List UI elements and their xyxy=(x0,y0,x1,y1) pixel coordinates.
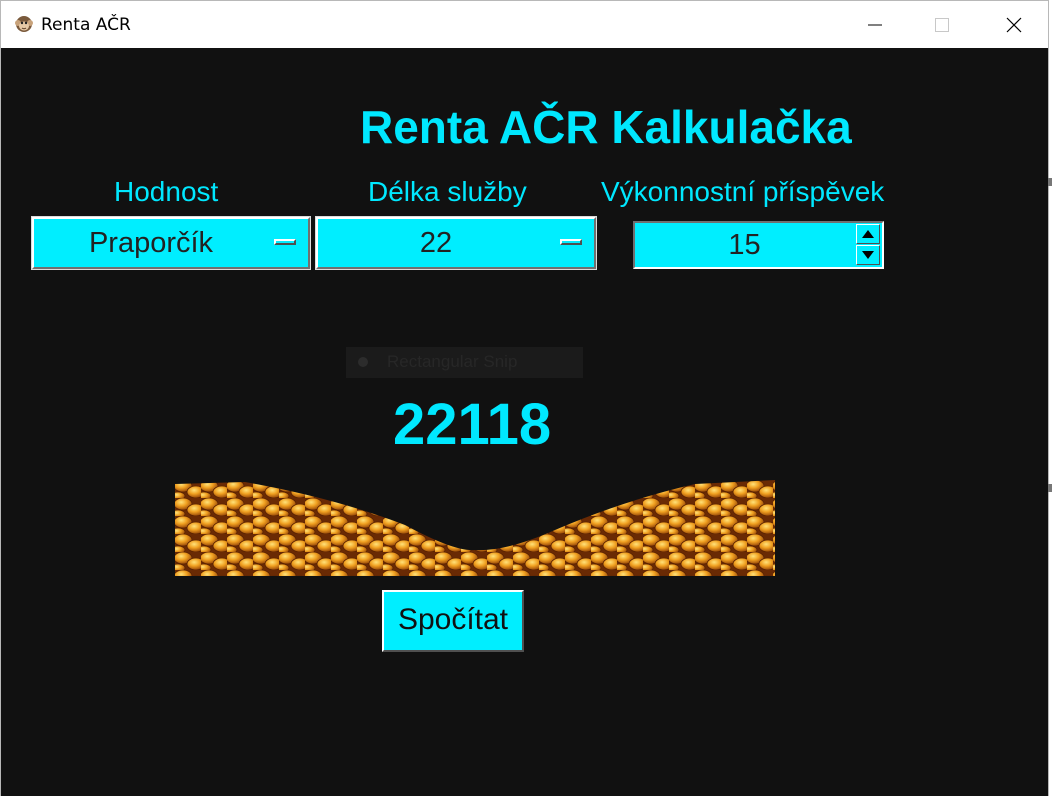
close-button[interactable] xyxy=(991,1,1037,48)
service-length-label: Délka služby xyxy=(368,176,527,207)
snip-label: Rectangular Snip xyxy=(387,352,518,371)
performance-bonus-value: 15 xyxy=(728,229,761,261)
snip-icon xyxy=(358,357,368,367)
result-value: 22118 xyxy=(393,392,552,457)
app-window: Renta AČR Renta AČR Kalkulačka Hodnost D… xyxy=(0,0,1052,796)
spin-up-button[interactable] xyxy=(856,224,880,244)
monkey-icon xyxy=(15,16,33,32)
minimize-button[interactable] xyxy=(852,1,898,48)
app-content: Renta AČR Kalkulačka Hodnost Délka služb… xyxy=(1,48,1052,796)
rank-value: Praporčík xyxy=(88,227,214,259)
snip-tooltip: Rectangular Snip xyxy=(346,347,583,378)
minimize-icon xyxy=(868,24,882,25)
arrow-up-icon xyxy=(862,230,874,238)
performance-bonus-spinbox[interactable]: 15 xyxy=(633,221,884,269)
service-length-dropdown[interactable]: 22 xyxy=(315,216,597,270)
edge-artifact xyxy=(1048,178,1052,186)
performance-bonus-label: Výkonnostní příspěvek xyxy=(601,176,885,207)
window-title: Renta AČR xyxy=(41,15,131,35)
rank-dropdown[interactable]: Praporčík xyxy=(31,216,311,270)
close-icon xyxy=(1006,17,1022,32)
rank-label: Hodnost xyxy=(114,176,219,207)
edge-artifact xyxy=(1048,484,1052,492)
calculate-button[interactable]: Spočítat xyxy=(382,590,524,652)
maximize-icon xyxy=(935,17,949,32)
page-title: Renta AČR Kalkulačka xyxy=(360,101,852,153)
service-length-value: 22 xyxy=(419,227,453,259)
dropdown-indicator-icon xyxy=(560,239,582,245)
arrow-down-icon xyxy=(862,251,874,259)
maximize-button[interactable] xyxy=(919,1,965,48)
spin-down-button[interactable] xyxy=(856,245,880,265)
gold-coins-image xyxy=(175,480,775,576)
dropdown-indicator-icon xyxy=(274,239,296,245)
title-bar[interactable]: Renta AČR xyxy=(1,1,1048,48)
